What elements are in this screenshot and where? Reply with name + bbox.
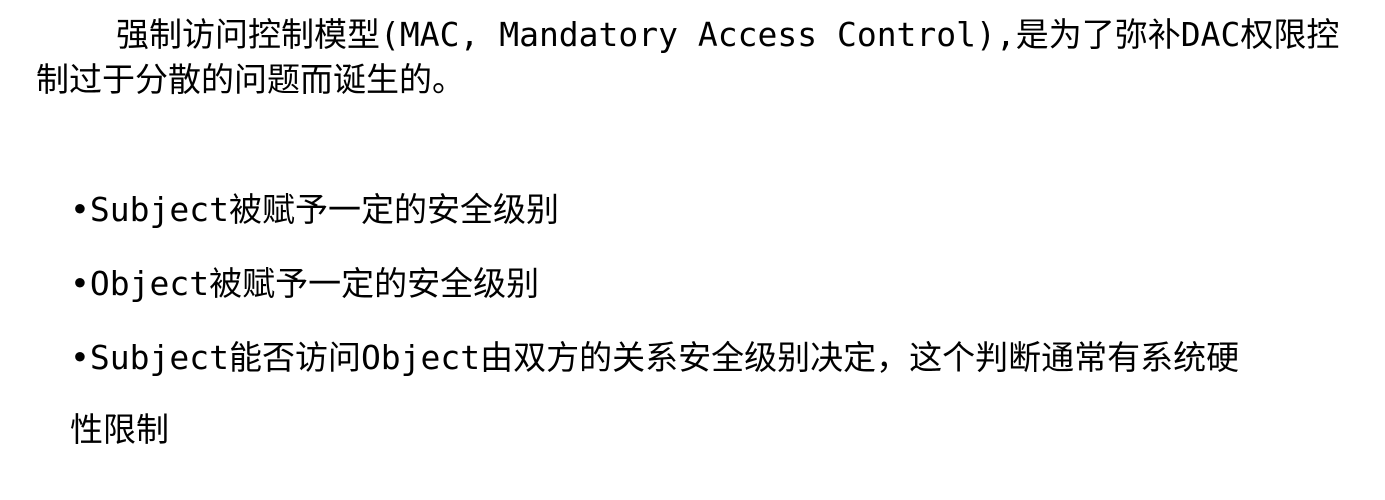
bullet-subject-level: •Subject被赋予一定的安全级别 [70, 190, 559, 229]
intro-paragraph: 强制访问控制模型(MAC, Mandatory Access Control),… [36, 15, 1340, 99]
bullet-access-decision: •Subject能否访问Object由双方的关系安全级别决定，这个判断通常有系统… [70, 338, 1240, 449]
bullet-object-level: •Object被赋予一定的安全级别 [70, 264, 540, 303]
bullet-list: •Subject被赋予一定的安全级别 •Object被赋予一定的安全级别 •Su… [70, 190, 1270, 500]
